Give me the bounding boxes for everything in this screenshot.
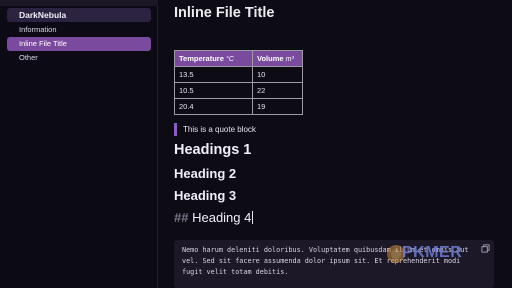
table-cell[interactable]: 19 (252, 98, 303, 115)
heading-2[interactable]: Heading 2 (174, 166, 236, 181)
code-line: fugit velit totam debitis. (182, 268, 289, 276)
heading-1[interactable]: Headings 1 (174, 142, 251, 158)
inline-file-title[interactable]: Inline File Title (174, 5, 274, 21)
heading-3[interactable]: Heading 3 (174, 188, 236, 203)
table-row: 20.4 19 (174, 98, 303, 115)
sidebar-header-strip (0, 0, 158, 6)
sidebar-item-inline-file-title[interactable]: Inline File Title (7, 37, 151, 51)
table-cell[interactable]: 10.5 (174, 82, 253, 99)
text-cursor (252, 211, 254, 224)
sidebar: DarkNebula Information Inline File Title… (0, 0, 158, 288)
table-row: 10.5 22 (174, 82, 303, 99)
table-header-row: Temperature °C Volume m³ (174, 50, 303, 67)
table-cell[interactable]: 22 (252, 82, 303, 99)
table-header-cell[interactable]: Temperature °C (174, 50, 253, 67)
watermark-text: PKMER (402, 244, 463, 261)
heading-marker: ## (174, 210, 189, 225)
sidebar-vault-root[interactable]: DarkNebula (7, 8, 151, 22)
data-table: Temperature °C Volume m³ 13.5 10 10.5 22… (174, 50, 303, 115)
table-cell[interactable]: 20.4 (174, 98, 253, 115)
table-row: 13.5 10 (174, 66, 303, 83)
table-header-cell[interactable]: Volume m³ (252, 50, 303, 67)
sidebar-item-information[interactable]: Information (7, 23, 151, 37)
table-cell[interactable]: 13.5 (174, 66, 253, 83)
sidebar-item-other[interactable]: Other (7, 51, 151, 65)
quote-block[interactable]: This is a quote block (174, 123, 256, 136)
heading-4-text: Heading 4 (192, 210, 252, 225)
editor-pane: Inline File Title Temperature °C Volume … (158, 0, 512, 288)
heading-4[interactable]: ## Heading 4 (174, 210, 254, 225)
table-cell[interactable]: 10 (252, 66, 303, 83)
